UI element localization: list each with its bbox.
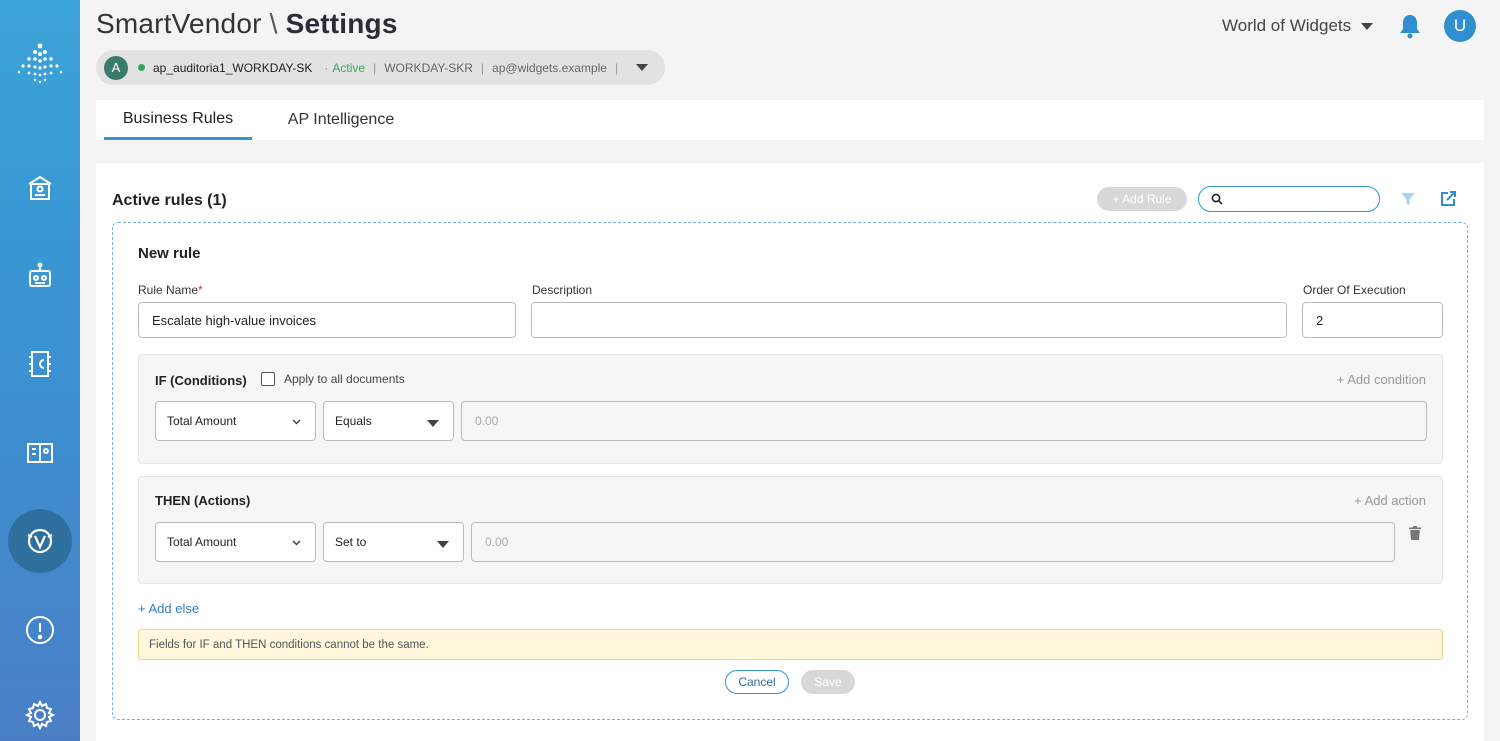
search-icon <box>1211 193 1223 205</box>
gear-icon <box>24 699 56 731</box>
context-separator: | <box>480 60 485 75</box>
org-selector[interactable]: World of Widgets <box>1222 16 1374 36</box>
caret-down-icon <box>437 541 449 548</box>
then-field-select[interactable]: Total Amount <box>155 522 316 562</box>
filter-icon[interactable] <box>1400 191 1416 207</box>
chevron-down-icon <box>292 419 301 425</box>
sidebar-item-settings[interactable] <box>0 687 80 741</box>
if-operator-select[interactable]: Equals <box>323 401 454 441</box>
context-separator: · <box>324 60 329 75</box>
then-value-input[interactable]: 0.00 <box>471 522 1395 562</box>
new-rule-heading: New rule <box>138 245 201 262</box>
chevron-down-icon <box>292 540 301 546</box>
caret-down-icon <box>1361 22 1374 30</box>
context-tenant: WORKDAY-SKR <box>384 60 473 75</box>
rule-name-field[interactable]: Escalate high-value invoices <box>138 302 516 338</box>
then-field-value: Total Amount <box>167 535 237 549</box>
apply-all-label: Apply to all documents <box>284 372 405 386</box>
bell-icon[interactable] <box>1398 13 1422 39</box>
apply-all-checkbox[interactable] <box>261 372 275 386</box>
sidebar-item-home[interactable] <box>0 160 80 216</box>
apply-all-option[interactable]: Apply to all documents <box>261 372 405 386</box>
sidebar-item-catalog[interactable] <box>0 424 80 480</box>
if-value-input[interactable]: 0.00 <box>461 401 1427 441</box>
chevron-down-icon[interactable] <box>636 64 649 71</box>
add-rule-button[interactable]: + Add Rule <box>1097 187 1187 211</box>
active-rules-title: Active rules (1) <box>112 192 227 209</box>
alert-circle-icon <box>26 616 54 644</box>
vendor-v-icon <box>27 528 53 554</box>
org-name: World of Widgets <box>1222 16 1352 35</box>
app-name: SmartVendor <box>96 8 262 39</box>
order-label: Order Of Execution <box>1303 283 1406 297</box>
robot-icon <box>29 262 51 287</box>
contract-icon <box>29 351 51 377</box>
order-field[interactable]: 2 <box>1302 302 1443 338</box>
required-mark: * <box>198 283 203 297</box>
caret-down-icon <box>427 420 439 427</box>
description-label: Description <box>532 283 593 297</box>
rule-name-label-text: Rule Name <box>138 283 199 297</box>
user-avatar[interactable]: U <box>1444 10 1476 42</box>
add-action-link[interactable]: + Add action <box>1354 493 1426 508</box>
context-email: ap@widgets.example <box>492 60 607 75</box>
sidebar-item-contracts[interactable] <box>0 336 80 392</box>
validation-warning: Fields for IF and THEN conditions cannot… <box>138 629 1443 660</box>
if-field-select[interactable]: Total Amount <box>155 401 316 441</box>
context-separator: | <box>373 60 377 75</box>
book-icon <box>27 443 53 463</box>
save-button[interactable]: Save <box>801 670 855 694</box>
search-box <box>1198 186 1380 212</box>
add-condition-link[interactable]: + Add condition <box>1337 372 1426 387</box>
sidebar-item-robot[interactable] <box>0 248 80 304</box>
export-icon[interactable] <box>1439 190 1457 208</box>
add-else-link[interactable]: + Add else <box>138 601 199 616</box>
context-selector[interactable]: A ap_auditoria1_WORKDAY-SK · Active | WO… <box>96 50 665 85</box>
then-actions-block: THEN (Actions) + Add action Total Amount… <box>138 476 1443 584</box>
description-field[interactable] <box>531 302 1287 338</box>
page-title: SmartVendor \ Settings <box>96 8 398 40</box>
context-name: ap_auditoria1_WORKDAY-SK <box>153 60 313 75</box>
title-separator: \ <box>269 8 278 39</box>
search-input[interactable] <box>1227 190 1372 208</box>
if-field-value: Total Amount <box>167 414 237 428</box>
tab-bar: Business Rules AP Intelligence <box>96 100 1484 140</box>
status-dot <box>138 64 145 71</box>
rules-panel: Active rules (1) + Add Rule New rule Rul… <box>96 163 1484 741</box>
if-title: IF (Conditions) <box>155 373 247 388</box>
context-avatar: A <box>104 55 128 80</box>
new-rule-card: New rule Rule Name* Escalate high-value … <box>112 222 1468 720</box>
tab-business-rules[interactable]: Business Rules <box>104 100 252 140</box>
page-name: Settings <box>285 8 398 39</box>
trash-icon[interactable] <box>1409 526 1421 540</box>
cancel-button[interactable]: Cancel <box>725 670 789 694</box>
then-title: THEN (Actions) <box>155 493 251 508</box>
tab-ap-intelligence[interactable]: AP Intelligence <box>272 100 410 140</box>
if-operator-value: Equals <box>335 414 372 428</box>
sidebar-item-vendor[interactable] <box>8 509 72 573</box>
sidebar-item-alerts[interactable] <box>0 602 80 658</box>
then-operator-select[interactable]: Set to <box>323 522 464 562</box>
then-operator-value: Set to <box>335 535 367 549</box>
logo-icon <box>17 43 63 84</box>
context-separator: | <box>614 60 619 75</box>
status-badge: Active <box>332 60 366 75</box>
rule-name-label: Rule Name* <box>138 283 203 297</box>
if-conditions-block: IF (Conditions) Apply to all documents +… <box>138 354 1443 464</box>
sidebar <box>0 0 80 741</box>
building-icon <box>28 175 52 200</box>
